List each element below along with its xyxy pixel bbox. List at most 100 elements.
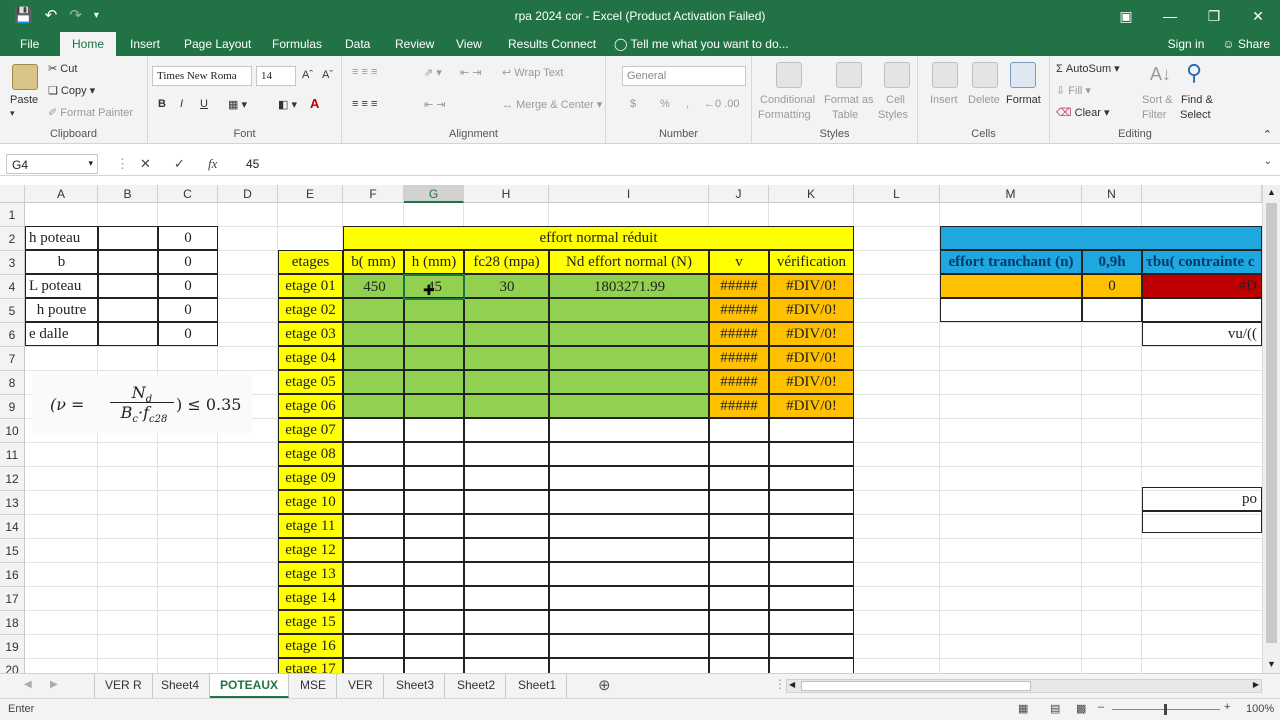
right-table-empty[interactable] — [1082, 298, 1142, 322]
empty-cell[interactable] — [404, 442, 464, 466]
tab-insert[interactable]: Insert — [130, 37, 160, 51]
clear-button[interactable]: ⌫ Clear ▾ — [1056, 106, 1110, 119]
input-cell[interactable] — [549, 298, 709, 322]
empty-cell[interactable] — [464, 514, 549, 538]
cancel-entry-icon[interactable]: ✕ — [140, 156, 151, 172]
etage-label[interactable]: etage 17 — [278, 658, 343, 673]
tab-file[interactable]: File — [20, 37, 39, 51]
wrap-text-button[interactable]: ↩ Wrap Text — [502, 66, 563, 79]
input-cell[interactable] — [464, 346, 549, 370]
input-cell[interactable] — [464, 370, 549, 394]
expand-formula-bar-icon[interactable]: ⌄ — [1264, 156, 1272, 167]
right-table-empty[interactable] — [1142, 298, 1262, 322]
cell-nd-value[interactable]: 1803271.99 — [550, 276, 709, 298]
verification-cell[interactable]: #DIV/0! — [769, 394, 854, 418]
input-cell[interactable] — [404, 346, 464, 370]
etage-label[interactable]: etage 08 — [278, 442, 343, 466]
column-header-e[interactable]: E — [278, 185, 343, 203]
empty-cell[interactable] — [404, 490, 464, 514]
etage-label[interactable]: etage 07 — [278, 418, 343, 442]
empty-cell[interactable] — [549, 514, 709, 538]
row-header[interactable]: 17 — [0, 587, 25, 611]
orientation-icon[interactable]: ⇗ ▾ — [424, 66, 442, 79]
empty-cell[interactable] — [769, 466, 854, 490]
effort-tranchant-value[interactable] — [940, 274, 1082, 298]
param-value[interactable]: 0 — [158, 298, 218, 322]
comma-button[interactable]: , — [686, 98, 689, 110]
empty-cell[interactable] — [709, 514, 769, 538]
conditional-formatting-icon[interactable] — [776, 62, 802, 88]
sheet-tab-sheet4[interactable]: Sheet4 — [151, 674, 211, 698]
confirm-entry-icon[interactable]: ✓ — [174, 156, 185, 172]
input-cell[interactable] — [549, 370, 709, 394]
empty-cell[interactable] — [343, 562, 404, 586]
input-cell[interactable] — [343, 346, 404, 370]
empty-cell[interactable] — [464, 418, 549, 442]
param-unit[interactable] — [98, 274, 158, 298]
sheet-tab-poteaux[interactable]: POTEAUX — [210, 674, 290, 698]
input-cell[interactable] — [464, 394, 549, 418]
etage-label[interactable]: etage 10 — [278, 490, 343, 514]
tab-data[interactable]: Data — [345, 37, 370, 51]
column-header-n[interactable]: N — [1082, 185, 1142, 203]
etage-label[interactable]: etage 03 — [278, 322, 343, 346]
empty-cell[interactable] — [343, 538, 404, 562]
input-cell[interactable] — [404, 370, 464, 394]
etage-label[interactable]: etage 02 — [278, 298, 343, 322]
empty-cell[interactable] — [404, 418, 464, 442]
v-cell[interactable]: ##### — [709, 298, 769, 322]
align-top-icon[interactable]: ≡ ≡ ≡ — [352, 66, 377, 78]
row-header[interactable]: 1 — [0, 203, 25, 227]
row-header[interactable]: 10 — [0, 419, 25, 443]
etage-label[interactable]: etage 12 — [278, 538, 343, 562]
name-box-dropdown-icon[interactable]: ▾ — [88, 158, 93, 169]
column-header-m[interactable]: M — [940, 185, 1082, 203]
v-cell[interactable]: ##### — [709, 274, 769, 298]
param-unit[interactable] — [98, 250, 158, 274]
sheet-tab-sheet3[interactable]: Sheet3 — [386, 674, 446, 698]
empty-cell[interactable] — [709, 586, 769, 610]
cell-styles-button[interactable]: Cell — [886, 94, 905, 106]
zoom-in-icon[interactable]: + — [1224, 701, 1230, 713]
select-all-corner[interactable] — [0, 185, 25, 203]
empty-cell[interactable] — [549, 490, 709, 514]
header-fc28[interactable]: fc28 (mpa) — [464, 250, 549, 274]
fill-color-icon[interactable]: ◧ ▾ — [278, 98, 297, 111]
name-box[interactable]: G4 ▾ — [6, 154, 98, 174]
decrease-indent-icon[interactable]: ⇤ ⇥ — [424, 98, 446, 111]
scroll-left-icon[interactable]: ◀ — [789, 680, 795, 689]
column-header-f[interactable]: F — [343, 185, 404, 203]
etage-label[interactable]: etage 05 — [278, 370, 343, 394]
empty-cell[interactable] — [769, 562, 854, 586]
right-table-header-band[interactable] — [940, 226, 1262, 250]
add-sheet-icon[interactable]: ⊕ — [598, 676, 611, 694]
percent-button[interactable]: % — [660, 98, 670, 110]
header-etages[interactable]: etages — [278, 250, 343, 274]
borders-icon[interactable]: ▦ ▾ — [228, 98, 247, 111]
empty-cell[interactable] — [404, 514, 464, 538]
empty-cell[interactable] — [769, 490, 854, 514]
font-name-combo[interactable]: Times New Roma — [152, 66, 252, 86]
etage-label[interactable]: etage 11 — [278, 514, 343, 538]
formula-input[interactable]: 45 — [246, 157, 259, 171]
v-cell[interactable]: ##### — [709, 346, 769, 370]
sheet-tab-ver[interactable]: VER — [338, 674, 384, 698]
column-header-j[interactable]: J — [709, 185, 769, 203]
cell-b-value[interactable]: 450 — [345, 276, 404, 298]
maximize-icon[interactable]: ❐ — [1192, 0, 1236, 32]
ribbon-display-icon[interactable]: ▣ — [1104, 0, 1148, 32]
empty-cell[interactable] — [343, 442, 404, 466]
column-header-h[interactable]: H — [464, 185, 549, 203]
empty-cell[interactable] — [769, 418, 854, 442]
input-cell[interactable] — [404, 298, 464, 322]
param-value[interactable]: 0 — [158, 250, 218, 274]
sort-filter-button[interactable]: Sort & — [1142, 94, 1173, 106]
input-cell[interactable] — [343, 394, 404, 418]
empty-cell[interactable] — [464, 586, 549, 610]
empty-cell[interactable] — [343, 634, 404, 658]
etage-label[interactable]: etage 16 — [278, 634, 343, 658]
param-label[interactable]: e dalle — [25, 322, 98, 346]
empty-cell[interactable] — [464, 538, 549, 562]
empty-cell[interactable] — [549, 562, 709, 586]
underline-button[interactable]: U — [200, 98, 208, 110]
